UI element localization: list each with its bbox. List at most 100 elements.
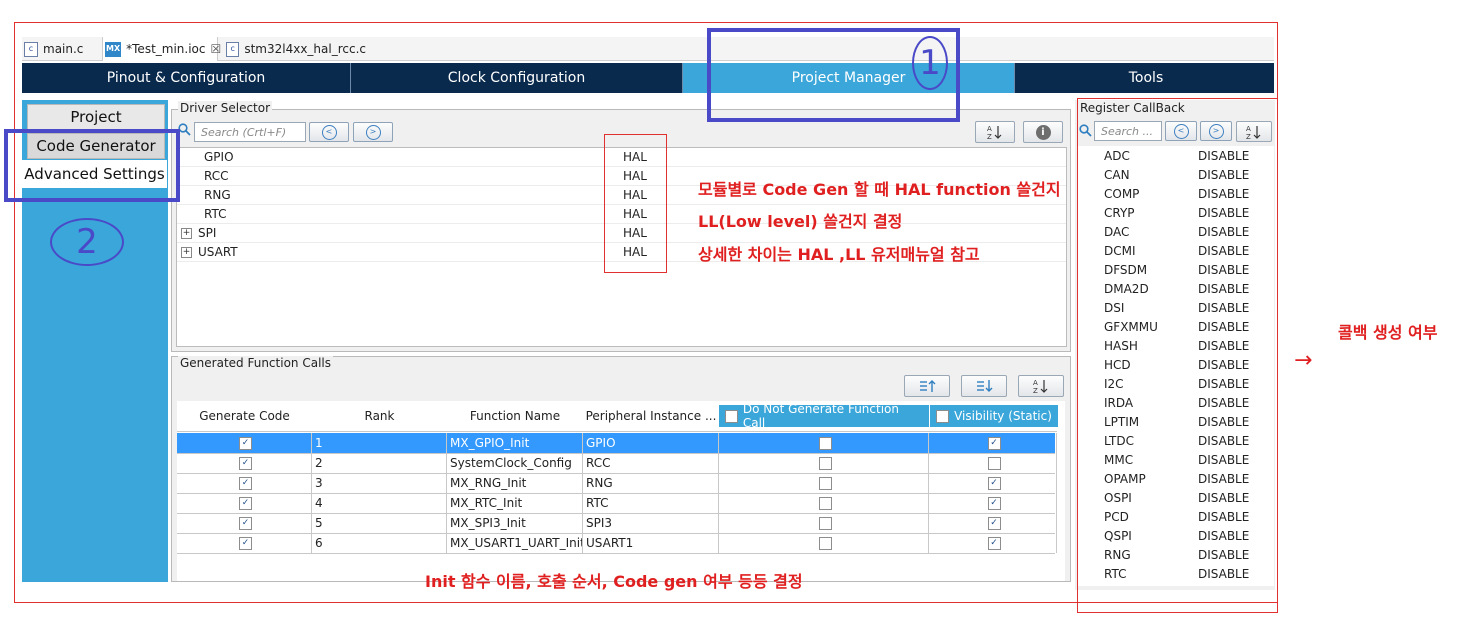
generate-code-checkbox[interactable]: ✓ <box>239 536 252 550</box>
file-tab-hal-rcc-c[interactable]: c stm32l4xx_hal_rcc.c <box>226 37 366 61</box>
do-not-generate-checkbox[interactable] <box>818 536 832 550</box>
move-down-button[interactable] <box>961 375 1007 397</box>
move-up-button[interactable] <box>904 375 950 397</box>
generate-code-checkbox[interactable]: ✓ <box>239 456 252 470</box>
next-button[interactable]: > <box>353 122 393 142</box>
peripheral-instance-cell: GPIO <box>583 433 719 453</box>
column-header-generate-code[interactable]: Generate Code <box>177 401 313 431</box>
previous-button[interactable]: < <box>309 122 349 142</box>
sort-az-button[interactable]: AZ <box>1018 375 1064 397</box>
table-cell: ✓ <box>929 493 1057 513</box>
expand-icon[interactable]: + <box>181 228 192 239</box>
column-header-rank[interactable]: Rank <box>312 401 448 431</box>
visibility-checkbox[interactable]: ✓ <box>987 476 1001 490</box>
table-row[interactable]: ✓ 3 MX_RNG_Init RNG ✓ <box>177 473 1057 494</box>
function-name-cell[interactable]: SystemClock_Config <box>447 453 583 473</box>
column-header-label: Do Not Generate Function Call <box>742 402 899 430</box>
table-row[interactable]: ✓ 2 SystemClock_Config RCC <box>177 453 1057 474</box>
tab-clock-configuration[interactable]: Clock Configuration <box>351 63 683 93</box>
table-cell: ✓ <box>177 433 312 453</box>
rank-cell: 3 <box>312 473 447 493</box>
move-up-icon <box>920 380 936 392</box>
code-generator-highlight <box>4 129 180 202</box>
info-icon: i <box>1035 124 1051 140</box>
do-not-generate-checkbox[interactable] <box>818 516 832 530</box>
function-name-cell[interactable]: MX_SPI3_Init <box>447 513 583 533</box>
tab-tools[interactable]: Tools <box>1015 63 1277 93</box>
function-name-cell[interactable]: MX_RNG_Init <box>447 473 583 493</box>
peripheral-instance-cell: RTC <box>583 493 719 513</box>
chevron-right-icon: > <box>365 124 381 140</box>
rank-cell: 4 <box>312 493 447 513</box>
generate-code-checkbox[interactable]: ✓ <box>239 436 252 450</box>
table-cell <box>719 513 929 533</box>
table-cell <box>929 453 1057 473</box>
sort-az-icon: AZ <box>1033 379 1048 394</box>
driver-selector-legend: Driver Selector <box>178 101 273 115</box>
column-header-peripheral-instance[interactable]: Peripheral Instance ... <box>583 401 720 431</box>
callback-highlight <box>1077 98 1278 613</box>
table-cell <box>719 533 929 553</box>
peripheral-instance-cell: SPI3 <box>583 513 719 533</box>
expand-icon[interactable]: + <box>181 247 192 258</box>
visibility-checkbox[interactable]: ✓ <box>987 496 1001 510</box>
sidebar-item-project[interactable]: Project <box>27 104 165 130</box>
do-not-generate-checkbox[interactable] <box>818 496 832 510</box>
file-tab-label: stm32l4xx_hal_rcc.c <box>244 42 366 56</box>
rank-cell: 1 <box>312 433 447 453</box>
column-header-visibility[interactable]: Visibility (Static) <box>929 401 1059 431</box>
driver-name: RNG <box>204 188 231 202</box>
table-cell <box>719 453 929 473</box>
rank-cell: 2 <box>312 453 447 473</box>
driver-name: GPIO <box>204 150 234 164</box>
table-row[interactable]: ✓ 5 MX_SPI3_Init SPI3 ✓ <box>177 513 1057 534</box>
c-file-icon: c <box>24 41 38 57</box>
visibility-checkbox[interactable]: ✓ <box>987 536 1001 550</box>
table-cell: ✓ <box>929 473 1057 493</box>
marker-2: 2 <box>50 218 124 266</box>
annotation-arrow: → <box>1294 348 1313 373</box>
table-row[interactable]: ✓ 1 MX_GPIO_Init GPIO ✓ <box>177 433 1057 454</box>
table-row[interactable]: ✓ 6 MX_USART1_UART_Init USART1 ✓ <box>177 533 1057 554</box>
driver-search-input[interactable]: Search (Crtl+F) <box>194 122 306 142</box>
sort-az-button[interactable]: AZ <box>975 121 1015 143</box>
annotation-driver-note-3: 상세한 차이는 HAL ,LL 유저매뉴얼 참고 <box>698 245 980 264</box>
table-row[interactable]: ✓ 4 MX_RTC_Init RTC ✓ <box>177 493 1057 514</box>
rank-cell: 5 <box>312 513 447 533</box>
header-checkbox[interactable] <box>936 409 950 423</box>
do-not-generate-checkbox[interactable] <box>818 456 832 470</box>
table-header-divider <box>177 431 1057 432</box>
function-name-cell[interactable]: MX_USART1_UART_Init <box>447 533 583 553</box>
visibility-checkbox[interactable] <box>987 456 1001 470</box>
file-tab-label: main.c <box>43 42 84 56</box>
table-cell: ✓ <box>177 493 312 513</box>
annotation-calls-note: Init 함수 이름, 호출 순서, Code gen 여부 등등 결정 <box>425 572 803 591</box>
generated-calls-legend: Generated Function Calls <box>178 356 333 370</box>
table-cell: ✓ <box>177 513 312 533</box>
generate-code-checkbox[interactable]: ✓ <box>239 516 252 530</box>
do-not-generate-checkbox[interactable] <box>818 436 832 450</box>
generate-code-checkbox[interactable]: ✓ <box>239 476 252 490</box>
table-cell <box>719 433 929 453</box>
info-button[interactable]: i <box>1023 121 1063 143</box>
svg-text:A: A <box>987 125 992 133</box>
function-name-cell[interactable]: MX_GPIO_Init <box>447 433 583 453</box>
tab-pinout-configuration[interactable]: Pinout & Configuration <box>22 63 351 93</box>
function-calls-table: Generate Code Rank Function Name Periphe… <box>177 401 1065 581</box>
column-header-function-name[interactable]: Function Name <box>447 401 584 431</box>
marker-1: 1 <box>912 36 948 90</box>
svg-text:A: A <box>1033 379 1038 387</box>
svg-text:Z: Z <box>1033 387 1038 394</box>
table-cell: ✓ <box>929 513 1057 533</box>
file-tab-main-c[interactable]: c main.c <box>24 37 100 61</box>
header-checkbox[interactable] <box>725 409 738 423</box>
close-icon[interactable]: ☒ <box>211 42 222 56</box>
generate-code-checkbox[interactable]: ✓ <box>239 496 252 510</box>
visibility-checkbox[interactable]: ✓ <box>987 436 1001 450</box>
function-name-cell[interactable]: MX_RTC_Init <box>447 493 583 513</box>
c-file-icon: c <box>226 41 240 57</box>
column-header-do-not-generate[interactable]: Do Not Generate Function Call <box>719 401 930 431</box>
do-not-generate-checkbox[interactable] <box>818 476 832 490</box>
file-tab-test-min-ioc[interactable]: MX *Test_min.ioc ☒ <box>102 37 221 61</box>
visibility-checkbox[interactable]: ✓ <box>987 516 1001 530</box>
